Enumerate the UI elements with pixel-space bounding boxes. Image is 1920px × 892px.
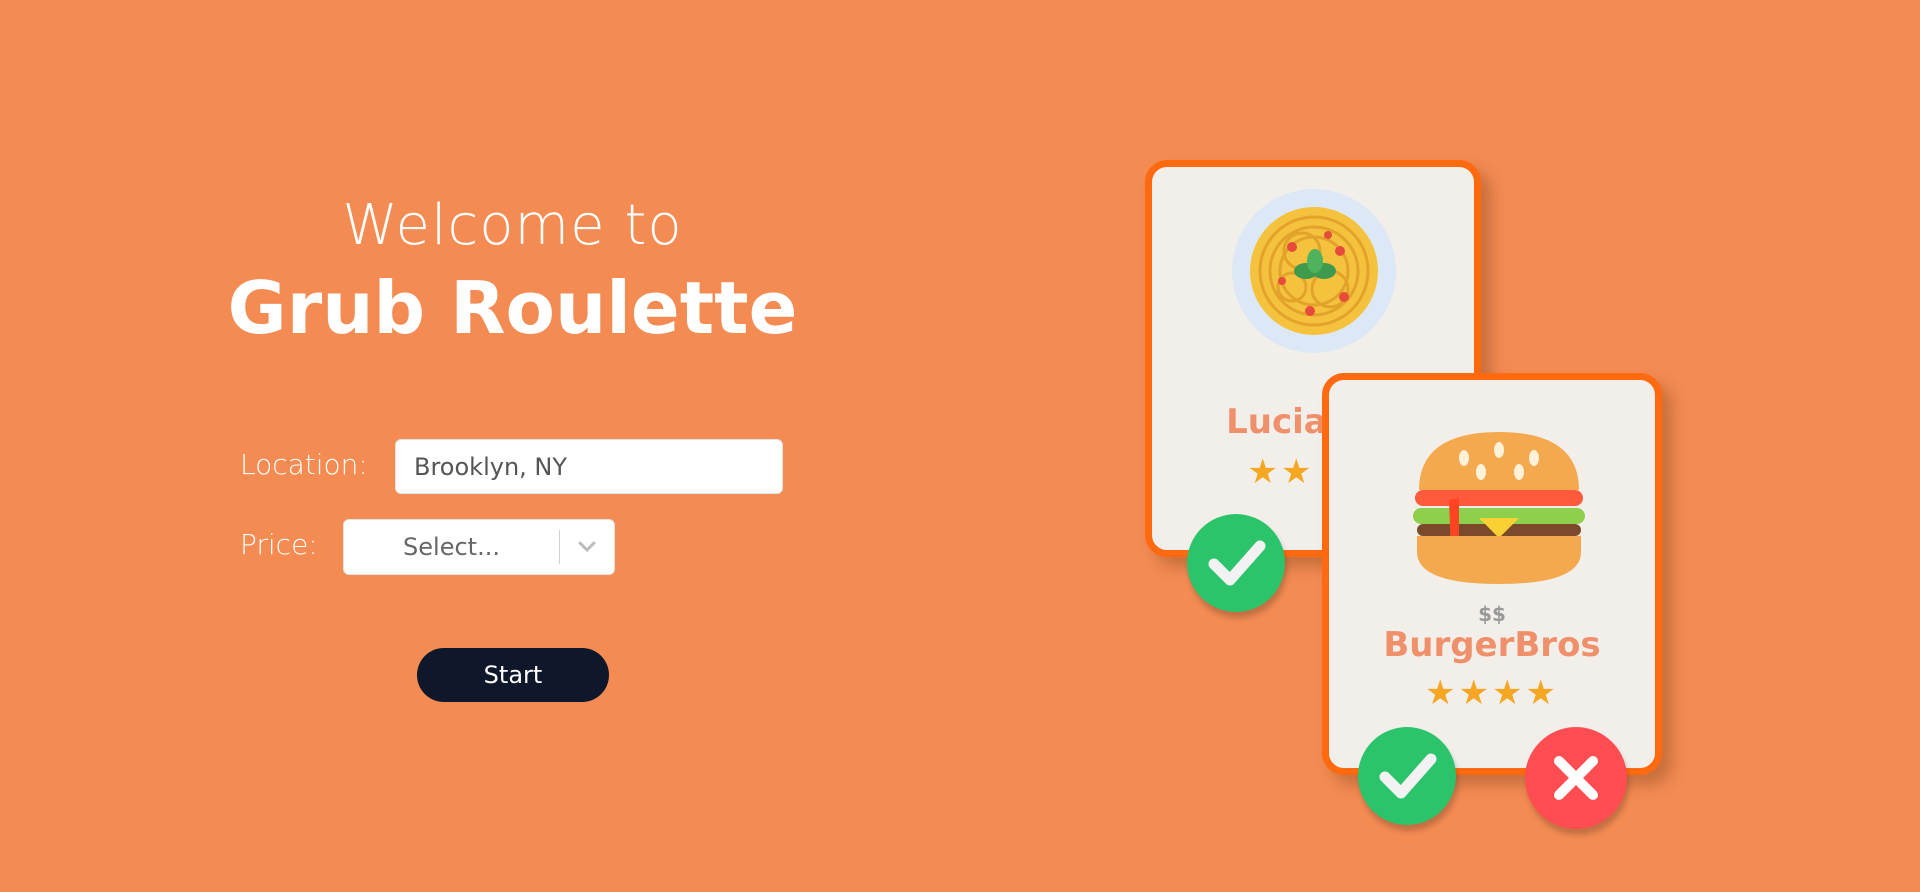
approve-button-burgerbros[interactable] bbox=[1358, 727, 1456, 825]
location-input-value: Brooklyn, NY bbox=[414, 452, 568, 481]
chevron-down-icon[interactable] bbox=[560, 540, 614, 554]
welcome-text: Welcome to bbox=[342, 193, 683, 258]
card-price: $$ bbox=[1478, 602, 1506, 626]
start-button[interactable]: Start bbox=[417, 648, 609, 702]
app-title: Grub Roulette bbox=[227, 265, 798, 350]
close-icon bbox=[1554, 756, 1598, 800]
price-select[interactable]: Select... bbox=[343, 519, 615, 575]
burger-icon bbox=[1409, 428, 1589, 592]
check-icon bbox=[1208, 540, 1266, 586]
price-label: Price: bbox=[240, 528, 318, 561]
card-stars: ★★★★ bbox=[1425, 673, 1559, 713]
check-icon bbox=[1379, 753, 1437, 799]
location-input[interactable]: Brooklyn, NY bbox=[395, 439, 783, 494]
restaurant-card-burgerbros: $$ BurgerBros ★★★★ bbox=[1322, 373, 1662, 775]
price-select-placeholder: Select... bbox=[403, 533, 500, 561]
reject-button-burgerbros[interactable] bbox=[1525, 727, 1627, 829]
approve-button-lucias[interactable] bbox=[1187, 514, 1285, 612]
hero: Welcome to Grub Roulette bbox=[200, 195, 825, 353]
location-label: Location: bbox=[240, 448, 368, 481]
card-name: BurgerBros bbox=[1383, 625, 1601, 665]
pasta-plate-icon bbox=[1232, 189, 1397, 358]
